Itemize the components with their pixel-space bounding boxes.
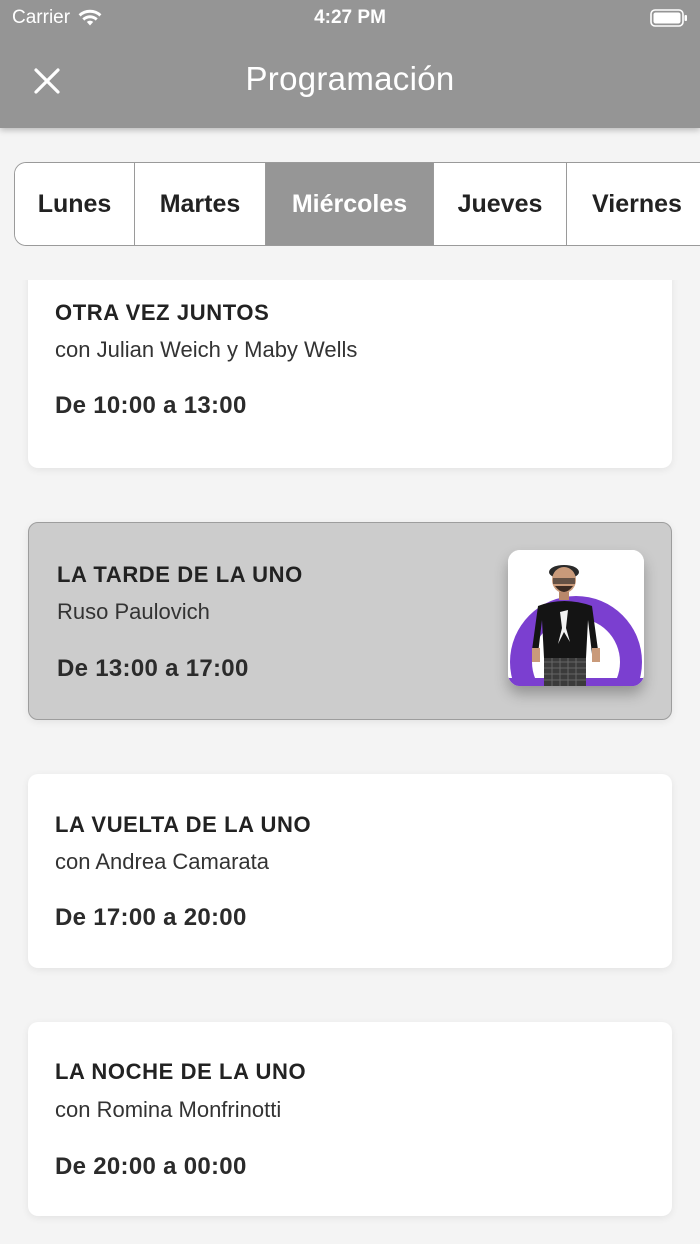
program-hours: De 13:00 a 17:00 [57,655,249,682]
tab-lunes[interactable]: Lunes [15,163,135,245]
host-photo [508,550,644,686]
program-host: con Julian Weich y Maby Wells [55,337,358,362]
program-hours: De 10:00 a 13:00 [55,392,247,419]
clock: 4:27 PM [314,7,386,28]
program-title: OTRA VEZ JUNTOS [55,300,270,325]
program-title: LA NOCHE DE LA UNO [55,1059,307,1084]
program-card[interactable]: OTRA VEZ JUNTOS con Julian Weich y Maby … [28,280,672,468]
program-hours: De 20:00 a 00:00 [55,1153,247,1180]
page-title: Programación [245,60,455,97]
program-host: con Andrea Camarata [55,849,270,874]
program-card[interactable]: LA NOCHE DE LA UNO con Romina Monfrinott… [28,1022,672,1216]
program-list[interactable]: OTRA VEZ JUNTOS con Julian Weich y Maby … [0,280,700,1244]
program-card[interactable]: LA VUELTA DE LA UNO con Andrea Camarata … [28,774,672,968]
day-tabs: Lunes Martes Miércoles Jueves Viernes [14,162,700,246]
program-card-active[interactable]: LA TARDE DE LA UNO Ruso Paulovich De 13:… [28,522,672,720]
schedule-screen: Carrier 4:27 PM Programación Lunes Marte… [0,0,700,1244]
program-hours: De 17:00 a 20:00 [55,904,247,931]
program-host: Ruso Paulovich [57,599,210,624]
tab-martes[interactable]: Martes [135,163,266,245]
program-host: con Romina Monfrinotti [55,1097,282,1122]
status-bar: Carrier 4:27 PM [0,0,700,36]
tab-miercoles[interactable]: Miércoles [266,163,434,245]
tab-viernes[interactable]: Viernes [567,163,700,245]
top-bar: Carrier 4:27 PM Programación [0,0,700,128]
program-title: LA VUELTA DE LA UNO [55,812,312,837]
program-title: LA TARDE DE LA UNO [57,562,303,587]
tab-jueves[interactable]: Jueves [434,163,567,245]
battery-icon [650,9,687,27]
